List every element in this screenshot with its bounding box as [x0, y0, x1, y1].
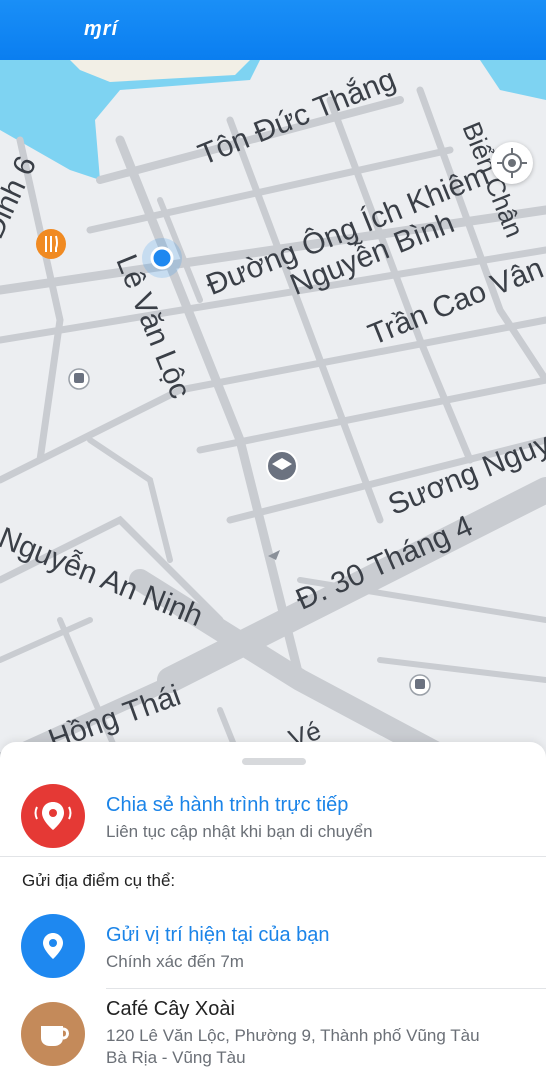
live-location-pin-icon: [21, 784, 85, 848]
current-location-accuracy: Chính xác đến 7m: [106, 952, 244, 971]
live-share-subtitle: Liên tục cập nhật khi bạn di chuyển: [106, 822, 373, 841]
place-row[interactable]: Café Cây Xoài 120 Lê Văn Lộc, Phường 9, …: [0, 994, 546, 1080]
app-header: ɱrí: [0, 0, 546, 60]
school-icon: [266, 450, 298, 482]
live-share-row[interactable]: Chia sẻ hành trình trực tiếp Liên tục cậ…: [0, 782, 546, 856]
crosshair-icon: [497, 148, 527, 178]
road: [0, 386, 184, 484]
bus-stop-icon: [409, 674, 431, 696]
restaurant-icon: [36, 229, 66, 259]
coffee-cup-icon: [21, 1002, 85, 1066]
bus-stop-icon: [68, 368, 90, 390]
divider: [106, 988, 546, 989]
live-share-title: Chia sẻ hành trình trực tiếp: [106, 794, 349, 816]
app-title: ɱrí: [84, 18, 119, 40]
place-name: Café Cây Xoài: [106, 998, 235, 1020]
current-location-title: Gửi vị trí hiện tại của bạn: [106, 924, 330, 946]
divider: [0, 856, 546, 857]
location-pin-icon: [21, 914, 85, 978]
my-location-button[interactable]: [491, 142, 533, 184]
road: [377, 657, 546, 683]
sheet-drag-handle[interactable]: [242, 758, 306, 765]
road: [196, 376, 546, 454]
share-location-sheet: Chia sẻ hành trình trực tiếp Liên tục cậ…: [0, 742, 546, 1080]
road: [87, 437, 173, 563]
place-address-line2: Bà Rịa - Vũng Tàu: [106, 1048, 246, 1067]
map-view[interactable]: Tôn Đức Thắng Biển Chân Đinh 6 Đường Ông…: [0, 60, 546, 760]
water-area-right: [480, 60, 546, 100]
road: [176, 316, 546, 394]
place-address-line1: 120 Lê Văn Lộc, Phường 9, Thành phố Vũng…: [106, 1026, 480, 1045]
section-label: Gửi địa điểm cụ thể:: [22, 871, 176, 890]
send-current-location-row[interactable]: Gửi vị trí hiện tại của bạn Chính xác đế…: [0, 912, 546, 986]
